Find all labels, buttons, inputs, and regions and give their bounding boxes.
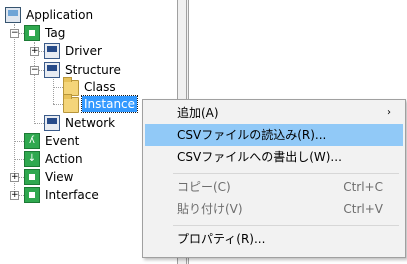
- tree-line: [53, 104, 63, 105]
- interface-icon: [24, 187, 40, 203]
- tree-item-label: Interface: [45, 188, 99, 202]
- tree-item-view[interactable]: View: [24, 168, 75, 186]
- tree-item-label: Action: [45, 152, 83, 166]
- tree-item-driver[interactable]: Driver: [44, 42, 104, 60]
- event-icon: ʎ: [24, 133, 40, 149]
- view-expander[interactable]: +: [10, 173, 19, 182]
- tree-item-label: Tag: [45, 26, 66, 40]
- tree-item-network[interactable]: Network: [44, 114, 117, 132]
- tree-item-label: Structure: [65, 63, 121, 77]
- menu-item-properties[interactable]: プロパティ(R)...: [145, 228, 403, 250]
- tag-expander[interactable]: −: [10, 29, 19, 38]
- menu-item-csv-export[interactable]: CSVファイルへの書出し(W)...: [145, 146, 403, 168]
- tree-item-application[interactable]: Application: [5, 6, 95, 24]
- menu-item-label: プロパティ(R)...: [177, 232, 266, 246]
- menu-item-label: CSVファイルの読込み(R)...: [177, 128, 327, 142]
- tree-item-label: Driver: [65, 44, 102, 58]
- driver-icon: [44, 43, 60, 59]
- menu-separator: [173, 173, 399, 174]
- tree-line: [53, 79, 54, 104]
- menu-separator: [173, 225, 399, 226]
- tree-item-interface[interactable]: Interface: [24, 186, 101, 204]
- tree-item-label: Application: [26, 8, 94, 22]
- tree-item-label: Network: [65, 116, 116, 130]
- interface-expander[interactable]: +: [10, 191, 19, 200]
- tree-item-label: View: [45, 170, 74, 184]
- view-icon: [24, 169, 40, 185]
- structure-expander[interactable]: −: [30, 66, 39, 75]
- tree-item-label: Event: [45, 134, 80, 148]
- menu-shortcut: Ctrl+V: [343, 202, 383, 216]
- tree-item-label: Class: [84, 80, 116, 94]
- application-icon: [5, 7, 21, 23]
- submenu-arrow-icon: ›: [387, 107, 391, 118]
- menu-item-paste[interactable]: 貼り付け(V) Ctrl+V: [145, 198, 403, 220]
- driver-expander[interactable]: +: [30, 47, 39, 56]
- tree-line: [14, 24, 15, 196]
- context-menu: 追加(A) › CSVファイルの読込み(R)... CSVファイルへの書出し(W…: [142, 99, 406, 258]
- tree-item-tag[interactable]: Tag: [24, 24, 67, 42]
- structure-icon: [44, 62, 60, 78]
- tree-item-structure[interactable]: Structure: [44, 61, 123, 79]
- network-icon: [44, 115, 60, 131]
- tree-line: [53, 87, 63, 88]
- tree-line: [34, 123, 44, 124]
- tree-item-event[interactable]: ʎ Event: [24, 132, 81, 150]
- menu-item-add[interactable]: 追加(A) ›: [145, 102, 403, 124]
- menu-item-label: 貼り付け(V): [177, 202, 243, 216]
- menu-item-label: コピー(C): [177, 180, 231, 194]
- menu-item-label: 追加(A): [177, 106, 219, 120]
- tree-line: [14, 141, 24, 142]
- tree-line: [14, 159, 24, 160]
- menu-shortcut: Ctrl+C: [343, 180, 383, 194]
- menu-item-copy[interactable]: コピー(C) Ctrl+C: [145, 176, 403, 198]
- tree-item-instance[interactable]: Instance: [63, 94, 139, 113]
- tree-item-label: Instance: [80, 95, 139, 113]
- menu-item-label: CSVファイルへの書出し(W)...: [177, 150, 342, 164]
- tag-icon: [24, 25, 40, 41]
- action-icon: ↓: [24, 151, 40, 167]
- tree-item-action[interactable]: ↓ Action: [24, 150, 85, 168]
- menu-item-csv-import[interactable]: CSVファイルの読込み(R)...: [145, 124, 403, 146]
- folder-icon: [63, 94, 79, 113]
